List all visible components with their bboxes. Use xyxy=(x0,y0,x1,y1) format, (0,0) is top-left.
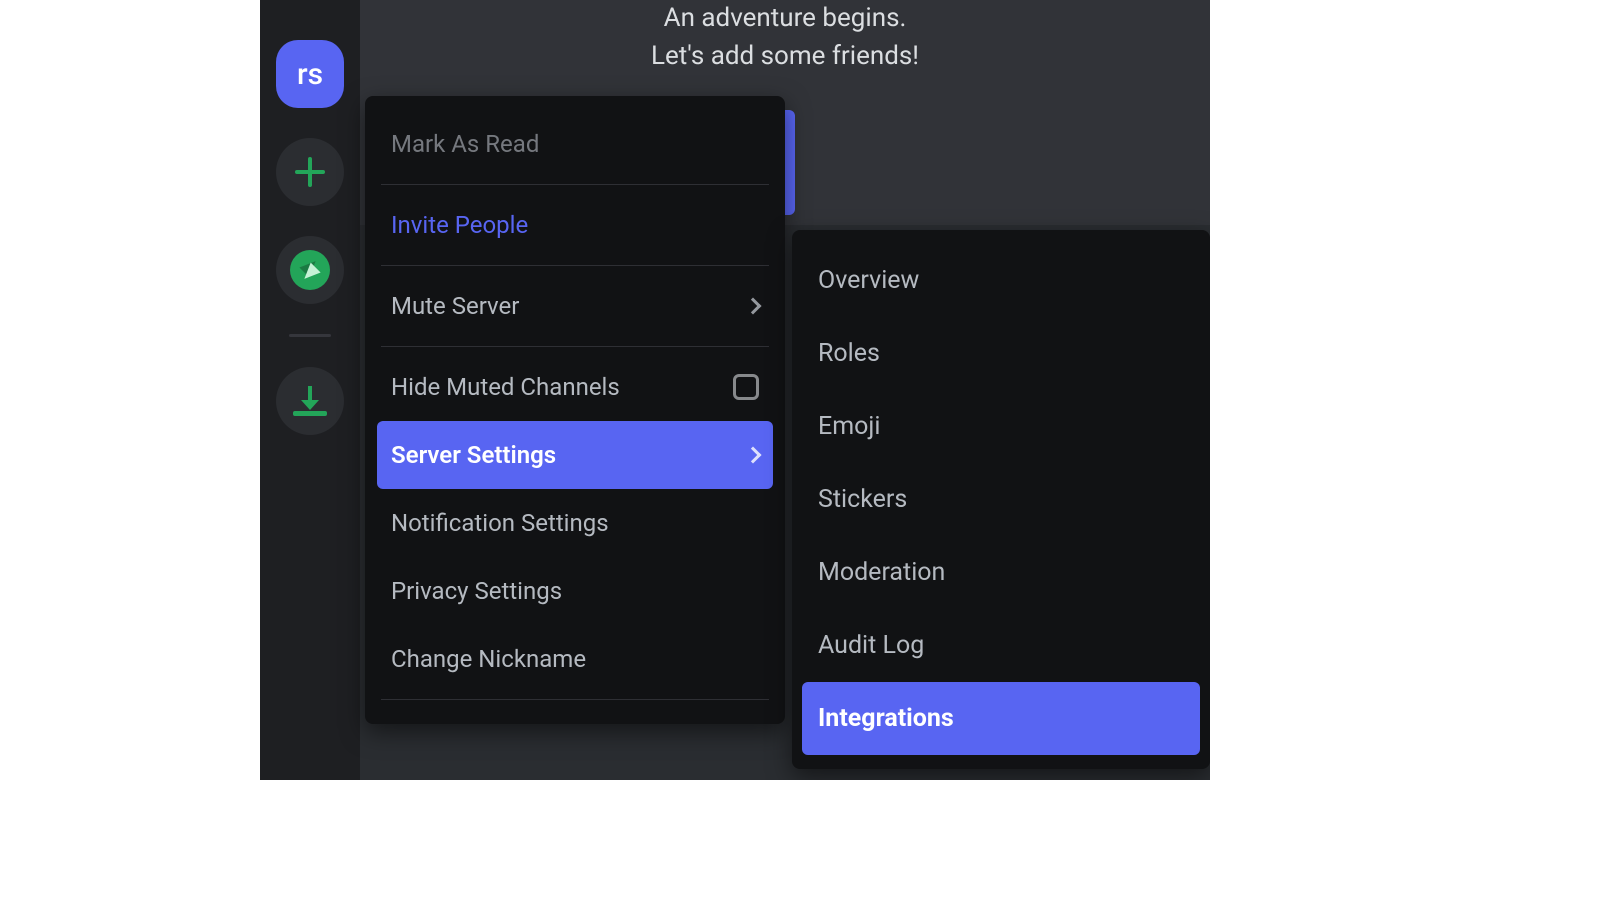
menu-separator xyxy=(381,265,769,266)
submenu-integrations[interactable]: Integrations xyxy=(802,682,1200,755)
submenu-item-label: Emoji xyxy=(818,412,880,441)
server-settings-submenu: Overview Roles Emoji Stickers Moderation… xyxy=(792,230,1210,769)
menu-change-nickname[interactable]: Change Nickname xyxy=(377,625,773,693)
submenu-overview[interactable]: Overview xyxy=(802,244,1200,317)
submenu-moderation[interactable]: Moderation xyxy=(802,536,1200,609)
server-icon-selected[interactable]: rs xyxy=(276,40,344,108)
download-apps-button[interactable] xyxy=(276,367,344,435)
menu-item-label: Change Nickname xyxy=(391,645,586,673)
menu-privacy-settings[interactable]: Privacy Settings xyxy=(377,557,773,625)
server-icon-label: rs xyxy=(297,57,323,92)
menu-item-label: Invite People xyxy=(391,211,528,239)
server-context-menu: Mark As Read Invite People Mute Server H… xyxy=(365,96,785,724)
menu-separator xyxy=(381,699,769,700)
menu-item-label: Mark As Read xyxy=(391,130,539,158)
submenu-stickers[interactable]: Stickers xyxy=(802,463,1200,536)
server-rail: rs xyxy=(260,0,360,780)
welcome-line-1: An adventure begins. xyxy=(360,0,1210,38)
submenu-item-label: Stickers xyxy=(818,485,907,514)
submenu-item-label: Audit Log xyxy=(818,631,924,660)
menu-notification-settings[interactable]: Notification Settings xyxy=(377,489,773,557)
download-icon xyxy=(293,384,327,418)
submenu-item-label: Integrations xyxy=(818,704,954,733)
submenu-audit-log[interactable]: Audit Log xyxy=(802,609,1200,682)
chevron-right-icon xyxy=(745,298,762,315)
plus-icon xyxy=(295,157,325,187)
menu-separator xyxy=(381,184,769,185)
discord-window: An adventure begins. Let's add some frie… xyxy=(260,0,1210,780)
menu-mute-server[interactable]: Mute Server xyxy=(377,272,773,340)
compass-icon xyxy=(290,250,330,290)
chevron-right-icon xyxy=(745,447,762,464)
menu-item-label: Hide Muted Channels xyxy=(391,373,620,401)
rail-separator xyxy=(289,334,331,337)
submenu-emoji[interactable]: Emoji xyxy=(802,390,1200,463)
menu-item-label: Privacy Settings xyxy=(391,577,562,605)
menu-item-label: Server Settings xyxy=(391,441,556,469)
menu-server-settings[interactable]: Server Settings xyxy=(377,421,773,489)
menu-mark-as-read[interactable]: Mark As Read xyxy=(377,110,773,178)
menu-item-label: Notification Settings xyxy=(391,509,609,537)
add-server-button[interactable] xyxy=(276,138,344,206)
submenu-item-label: Moderation xyxy=(818,558,945,587)
submenu-roles[interactable]: Roles xyxy=(802,317,1200,390)
welcome-text: An adventure begins. Let's add some frie… xyxy=(360,0,1210,75)
menu-invite-people[interactable]: Invite People xyxy=(377,191,773,259)
submenu-item-label: Roles xyxy=(818,339,880,368)
menu-hide-muted-channels[interactable]: Hide Muted Channels xyxy=(377,353,773,421)
explore-servers-button[interactable] xyxy=(276,236,344,304)
menu-item-label: Mute Server xyxy=(391,292,519,320)
checkbox-unchecked-icon[interactable] xyxy=(733,374,759,400)
welcome-line-2: Let's add some friends! xyxy=(360,38,1210,76)
menu-separator xyxy=(381,346,769,347)
submenu-item-label: Overview xyxy=(818,266,919,295)
